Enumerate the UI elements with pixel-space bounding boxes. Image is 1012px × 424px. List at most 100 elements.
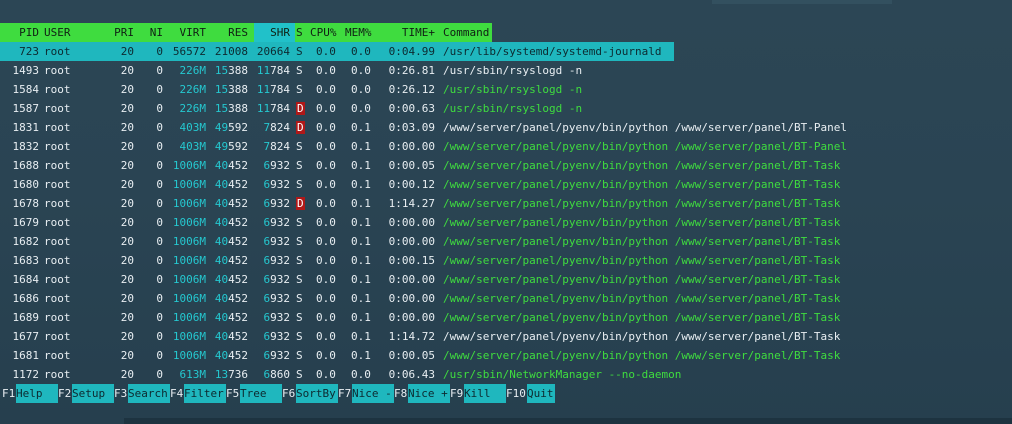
header-pid[interactable]: PID xyxy=(0,23,39,42)
res-thousands: 40 xyxy=(214,235,229,248)
tree-button[interactable]: Tree xyxy=(240,384,282,403)
quit-button[interactable]: Quit xyxy=(527,384,555,403)
res-units: 452 xyxy=(228,159,248,172)
cpu-cell: 0.0 xyxy=(316,45,336,58)
user-cell: root xyxy=(44,254,71,267)
res-cell: 40452 xyxy=(206,270,248,289)
process-row[interactable]: 1831 root 20 0 403M 49592 7824 D 0.0 0.1 0:03.09/w… xyxy=(0,118,1012,137)
process-row[interactable]: 1684 root 20 0 1006M 40452 6932 S 0.0 0.1 0:00.00/… xyxy=(0,270,1012,289)
shr-units: 824 xyxy=(270,121,290,134)
process-row[interactable]: 1680 root 20 0 1006M 40452 6932 S 0.0 0.1 0:00.12/… xyxy=(0,175,1012,194)
f2-key: F2 xyxy=(58,387,72,400)
virt-cell: 1006M xyxy=(172,216,206,229)
time-cell: 1:14.72 xyxy=(388,330,435,343)
process-row[interactable]: 1682 root 20 0 1006M 40452 6932 S 0.0 0.1 0:00.00/… xyxy=(0,232,1012,251)
time-cell: 0:26.81 xyxy=(388,64,435,77)
process-row[interactable]: 1686 root 20 0 1006M 40452 6932 S 0.0 0.1 0:00.00/… xyxy=(0,289,1012,308)
state-cell: S xyxy=(296,140,303,153)
sortby-button[interactable]: SortBy xyxy=(296,384,338,403)
process-row[interactable]: 1679 root 20 0 1006M 40452 6932 S 0.0 0.1 0:00.00/… xyxy=(0,213,1012,232)
header-command[interactable]: Command xyxy=(443,23,493,42)
res-thousands: 15 xyxy=(214,102,229,115)
header-state[interactable]: S xyxy=(296,23,306,42)
res-thousands: 15 xyxy=(214,83,229,96)
user-cell: root xyxy=(44,45,71,58)
command-cell: /www/server/panel/pyenv/bin/python /www/… xyxy=(443,311,841,324)
column-header-row: PID USER PRI NI VIRT RES SHR S CPU% MEM%… xyxy=(0,23,674,42)
setup-button[interactable]: Setup xyxy=(72,384,114,403)
command-cell: /www/server/panel/pyenv/bin/python /www/… xyxy=(443,178,841,191)
header-pri[interactable]: PRI xyxy=(104,23,134,42)
disk-wait-state-badge: D xyxy=(296,102,305,115)
pri-cell: 20 xyxy=(120,292,134,305)
res-cell: 40452 xyxy=(206,308,248,327)
user-cell: root xyxy=(44,121,71,134)
command-cell: /www/server/panel/pyenv/bin/python /www/… xyxy=(443,273,841,286)
state-cell: S xyxy=(296,45,303,58)
f4-key: F4 xyxy=(170,387,184,400)
f7-key: F7 xyxy=(338,387,352,400)
shr-thousands: 11 xyxy=(256,102,271,115)
process-row[interactable]: 1689 root 20 0 1006M 40452 6932 S 0.0 0.1 0:00.00/… xyxy=(0,308,1012,327)
mem-cell: 0.1 xyxy=(351,140,371,153)
state-cell: S xyxy=(296,330,303,343)
f8-key: F8 xyxy=(394,387,408,400)
pid-cell: 1678 xyxy=(12,197,40,210)
process-row[interactable]: 1683 root 20 0 1006M 40452 6932 S 0.0 0.1 0:00.15/… xyxy=(0,251,1012,270)
header-res[interactable]: RES xyxy=(206,23,248,42)
time-cell: 0:06.43 xyxy=(388,368,435,381)
process-row[interactable]: 1677 root 20 0 1006M 40452 6932 S 0.0 0.1 1:14.72/… xyxy=(0,327,1012,346)
cpu-cell: 0.0 xyxy=(316,311,336,324)
header-ni[interactable]: NI xyxy=(134,23,163,42)
header-mem[interactable]: MEM% xyxy=(345,23,379,42)
res-thousands: 13 xyxy=(214,368,229,381)
pid-cell: 1493 xyxy=(12,64,40,77)
process-row[interactable]: 1172 root 20 0 613M 13736 6860 S 0.0 0.0 0:06.43/u… xyxy=(0,365,1012,384)
user-cell: root xyxy=(44,349,71,362)
res-thousands: 40 xyxy=(214,159,229,172)
shr-units: 784 xyxy=(270,64,290,77)
header-cpu[interactable]: CPU% xyxy=(310,23,342,42)
process-row[interactable]: 1832 root 20 0 403M 49592 7824 S 0.0 0.1 0:00.00/w… xyxy=(0,137,1012,156)
help-button[interactable]: Help xyxy=(16,384,58,403)
time-cell: 0:00.00 xyxy=(388,292,435,305)
res-cell: 40452 xyxy=(206,232,248,251)
time-cell: 0:26.12 xyxy=(388,83,435,96)
process-row[interactable]: 1678 root 20 0 1006M 40452 6932 D 0.0 0.1 1:14.27/… xyxy=(0,194,1012,213)
res-units: 452 xyxy=(228,178,248,191)
header-virt[interactable]: VIRT xyxy=(163,23,207,42)
f10-key: F10 xyxy=(506,387,526,400)
nice-plus-button[interactable]: Nice + xyxy=(408,384,450,403)
process-row-selected[interactable]: 723 root 20 0 56572 21008 20664 S 0.0 0.0 0:04.99 /… xyxy=(0,42,1012,61)
command-cell: /usr/lib/systemd/systemd-journald xyxy=(443,45,662,58)
process-row[interactable]: 1493 root 20 0 226M 15388 11784 S 0.0 0.0 0:26.81/… xyxy=(0,61,1012,80)
res-thousands: 40 xyxy=(214,349,229,362)
res-cell: 40452 xyxy=(206,289,248,308)
header-shr[interactable]: SHR xyxy=(248,23,290,42)
cpu-cell: 0.0 xyxy=(316,292,336,305)
header-time[interactable]: TIME+ xyxy=(380,23,435,42)
command-cell: /www/server/panel/pyenv/bin/python /www/… xyxy=(443,330,841,343)
process-row[interactable]: 1584 root 20 0 226M 15388 11784 S 0.0 0.0 0:26.12/… xyxy=(0,80,1012,99)
res-thousands: 15 xyxy=(214,64,229,77)
f6-key: F6 xyxy=(282,387,296,400)
ni-cell: 0 xyxy=(156,64,163,77)
pri-cell: 20 xyxy=(120,64,134,77)
kill-button[interactable]: Kill xyxy=(464,384,506,403)
process-row[interactable]: 1681 root 20 0 1006M 40452 6932 S 0.0 0.1 0:00.05/… xyxy=(0,346,1012,365)
virt-cell: 56572 xyxy=(172,45,206,58)
res-units: 388 xyxy=(228,102,248,115)
process-row[interactable]: 1688 root 20 0 1006M 40452 6932 S 0.0 0.1 0:00.05/… xyxy=(0,156,1012,175)
pid-cell: 1172 xyxy=(12,368,40,381)
shr-cell: 11784 xyxy=(248,61,290,80)
res-cell: 21008 xyxy=(214,45,248,58)
state-cell: S xyxy=(296,64,303,77)
shr-cell: 6932 xyxy=(248,175,291,194)
search-button[interactable]: Search xyxy=(128,384,170,403)
ni-cell: 0 xyxy=(156,83,163,96)
process-row[interactable]: 1587 root 20 0 226M 15388 11784 D 0.0 0.0 0:00.63/… xyxy=(0,99,1012,118)
filter-button[interactable]: Filter xyxy=(184,384,226,403)
mem-cell: 0.0 xyxy=(351,83,371,96)
header-user[interactable]: USER xyxy=(44,23,104,42)
nice-minus-button[interactable]: Nice - xyxy=(352,384,394,403)
